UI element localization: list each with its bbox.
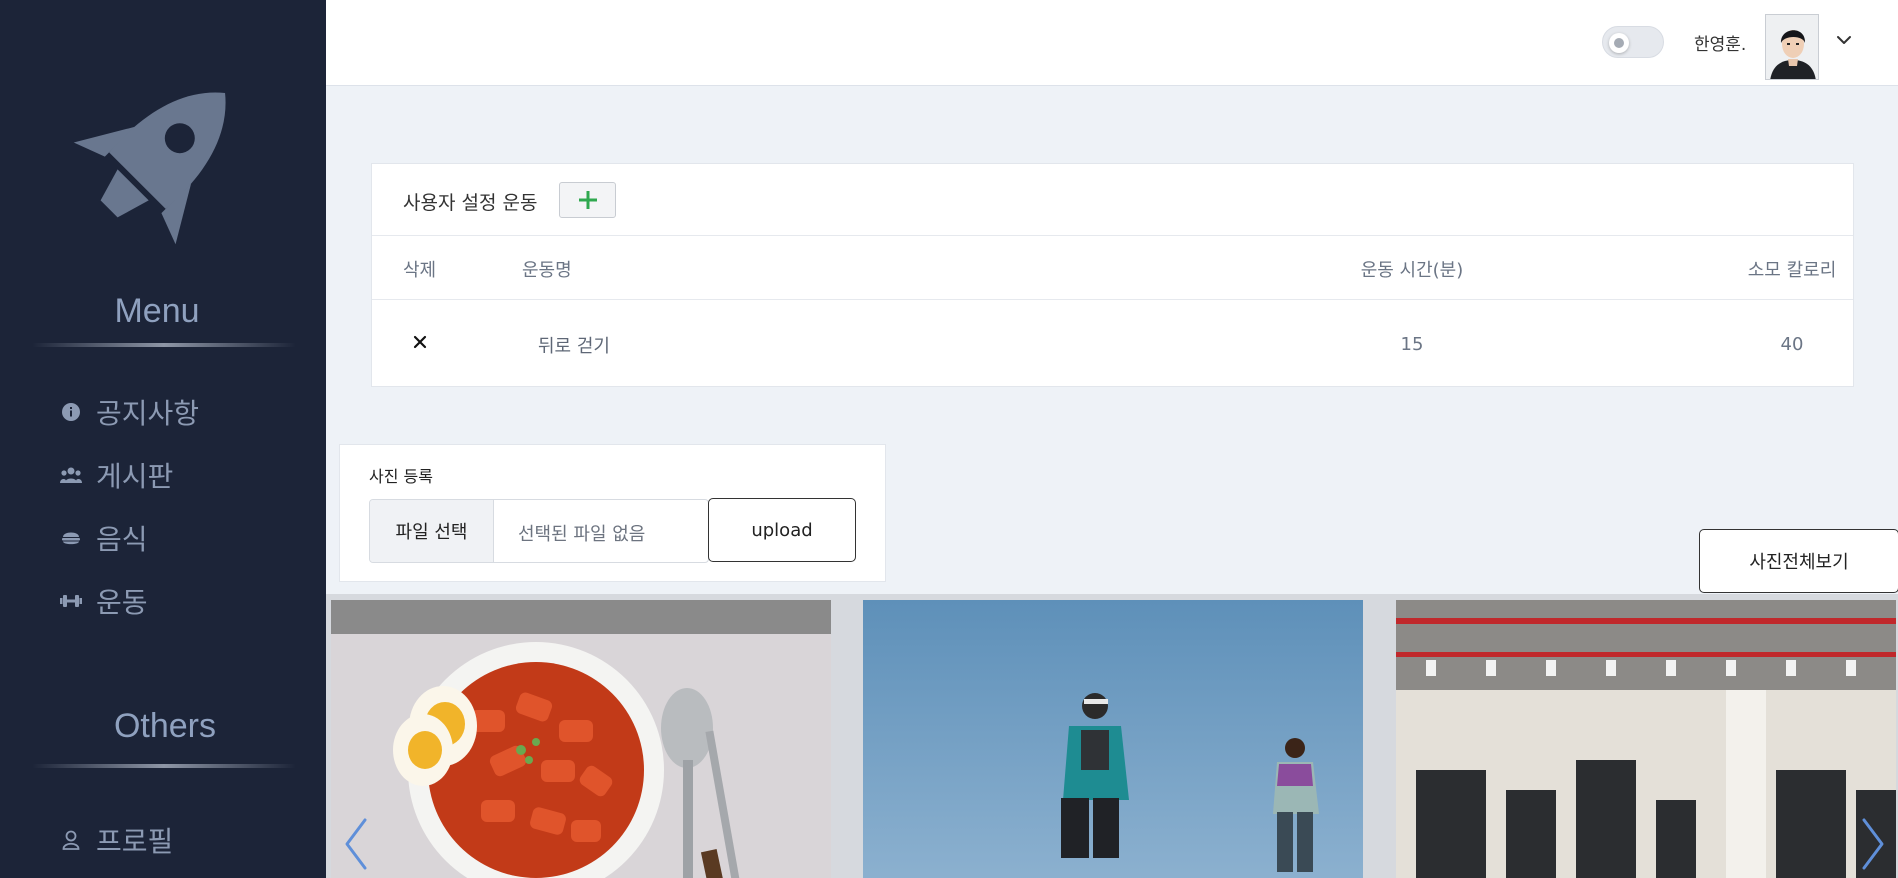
- runners-photo[interactable]: [863, 600, 1363, 878]
- chevron-down-icon[interactable]: [1834, 30, 1854, 50]
- others-divider: [32, 764, 296, 768]
- add-exercise-button[interactable]: [559, 182, 616, 218]
- burger-icon: [60, 527, 82, 549]
- sidebar-item-exercise[interactable]: 운동: [60, 581, 148, 621]
- gallery-next-arrow-icon[interactable]: [1858, 816, 1888, 872]
- sidebar-item-label: 공지사항: [96, 397, 200, 430]
- file-input[interactable]: 파일 선택 선택된 파일 없음: [369, 499, 709, 563]
- tteokbokki-photo[interactable]: [331, 600, 831, 878]
- card-title: 사용자 설정 운동: [403, 192, 538, 214]
- column-header-name: 운동명: [522, 260, 572, 281]
- delete-x-icon[interactable]: [412, 334, 428, 350]
- file-status-text: 선택된 파일 없음: [518, 524, 646, 545]
- gym-photo[interactable]: [1396, 600, 1896, 878]
- photo-upload-title: 사진 등록: [369, 467, 433, 486]
- table-header: 삭제 운동명 운동 시간(분) 소모 칼로리: [372, 236, 1853, 300]
- exercise-name: 뒤로 걷기: [538, 336, 610, 357]
- avatar[interactable]: [1765, 14, 1819, 80]
- theme-toggle[interactable]: [1602, 26, 1664, 58]
- sidebar-item-label: 프로필: [96, 825, 174, 858]
- choose-file-button[interactable]: 파일 선택: [370, 500, 494, 562]
- dumbbell-icon: [60, 590, 82, 612]
- toggle-knob: [1609, 33, 1629, 53]
- upload-button[interactable]: upload: [708, 498, 856, 562]
- gallery-prev-arrow-icon[interactable]: [341, 816, 371, 872]
- plus-icon: [578, 191, 597, 209]
- sidebar-item-label: 게시판: [96, 460, 174, 493]
- card-header: 사용자 설정 운동: [372, 164, 1853, 236]
- user-icon: [60, 829, 82, 851]
- sidebar-item-notice[interactable]: 공지사항: [60, 392, 199, 432]
- users-icon: [60, 464, 82, 486]
- custom-exercise-card: 사용자 설정 운동 삭제 운동명 운동 시간(분) 소모 칼로리 뒤로 걷기 1…: [371, 163, 1854, 387]
- view-all-photos-button[interactable]: 사진전체보기: [1699, 529, 1898, 593]
- photo-gallery: [326, 594, 1898, 878]
- menu-divider: [32, 343, 296, 347]
- column-header-delete: 삭제: [403, 260, 437, 281]
- sidebar-item-label: 운동: [96, 586, 148, 619]
- exercise-calories: 40: [1780, 334, 1804, 355]
- exercise-time: 15: [1400, 334, 1424, 355]
- user-name: 한영훈.: [1694, 35, 1747, 55]
- column-header-calories: 소모 칼로리: [1747, 260, 1837, 281]
- sidebar-item-food[interactable]: 음식: [60, 518, 148, 558]
- info-circle-icon: [60, 401, 82, 423]
- others-heading: Others: [113, 707, 217, 745]
- column-header-time: 운동 시간(분): [1360, 260, 1464, 281]
- sidebar-item-board[interactable]: 게시판: [60, 455, 173, 495]
- menu-heading: Menu: [114, 292, 200, 330]
- sidebar-item-label: 음식: [96, 523, 148, 556]
- sidebar: Menu 공지사항 게시판 음식 운동 Others 프로필: [0, 0, 326, 878]
- sidebar-item-profile[interactable]: 프로필: [60, 820, 173, 860]
- rocket-icon[interactable]: [60, 58, 260, 258]
- photo-upload-card: 사진 등록 파일 선택 선택된 파일 없음 upload: [339, 444, 886, 582]
